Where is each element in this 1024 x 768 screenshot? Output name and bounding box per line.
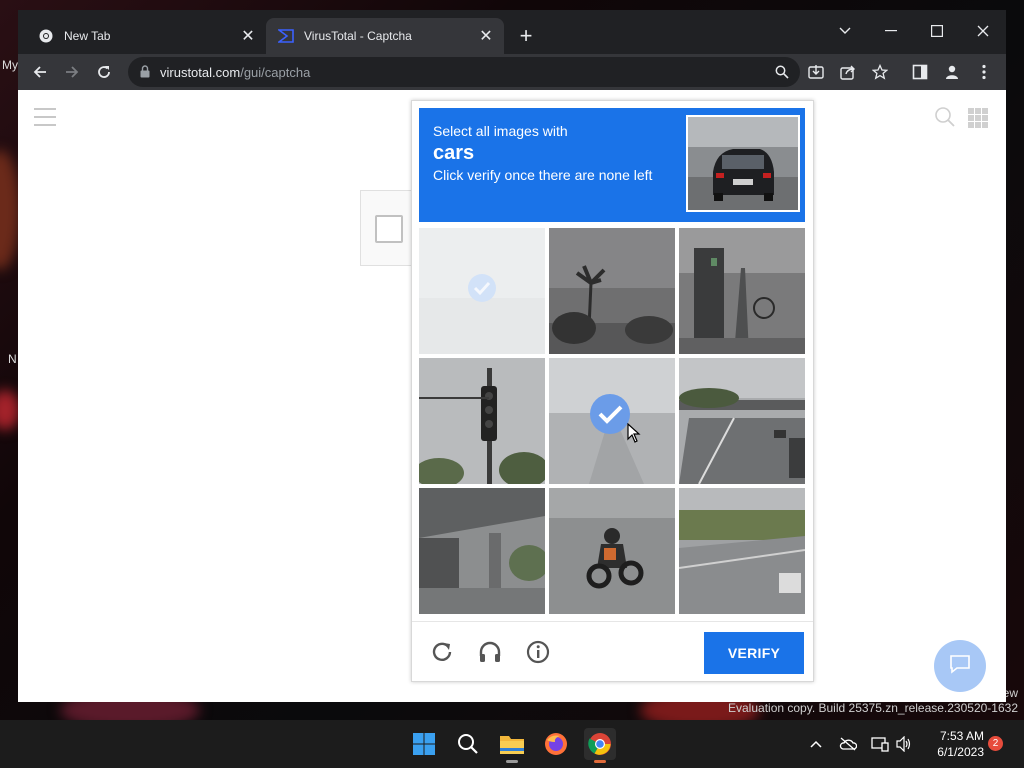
search-icon[interactable] [934, 106, 956, 133]
network-icon[interactable] [870, 734, 890, 754]
apps-grid-icon[interactable] [968, 108, 988, 128]
clock-time: 7:53 AM [939, 729, 984, 743]
captcha-tile-2[interactable] [549, 228, 675, 354]
captcha-tile-5[interactable] [549, 358, 675, 484]
profile-icon[interactable] [942, 62, 962, 82]
chat-bubble-icon [949, 654, 971, 679]
clock[interactable]: 7:53 AM 6/1/2023 [920, 728, 984, 760]
watermark-build: Evaluation copy. Build 25375.zn_release.… [728, 701, 1018, 715]
install-app-icon[interactable] [806, 62, 826, 82]
close-window-button[interactable] [963, 16, 1003, 46]
captcha-header: Select all images with cars Click verify… [419, 108, 805, 222]
desktop-icon-label[interactable]: My [2, 58, 18, 72]
zoom-search-icon[interactable] [772, 62, 792, 82]
onedrive-offline-icon[interactable] [838, 734, 858, 754]
captcha-tile-1[interactable] [419, 228, 545, 354]
mouse-cursor-icon [627, 422, 641, 448]
captcha-widget: Select all images with cars Click verify… [411, 100, 814, 682]
clock-date: 6/1/2023 [937, 745, 984, 759]
lock-icon[interactable] [140, 65, 150, 83]
captcha-prompt-line2: Click verify once there are none left [433, 167, 653, 183]
notification-badge[interactable]: 2 [988, 736, 1003, 751]
bookmark-star-icon[interactable] [870, 62, 890, 82]
show-hidden-icons-chevron-icon[interactable] [806, 734, 826, 754]
tab-title: New Tab [64, 29, 111, 43]
side-panel-icon[interactable] [910, 62, 930, 82]
tab-new-tab[interactable]: New Tab ✕ [26, 18, 266, 54]
captcha-footer: VERIFY [412, 621, 813, 682]
url-path: /gui/captcha [240, 65, 311, 80]
file-explorer-icon[interactable] [496, 728, 528, 763]
captcha-checkbox[interactable] [375, 215, 403, 243]
forward-button[interactable] [58, 58, 86, 86]
back-button[interactable] [26, 58, 54, 86]
taskbar: 7:53 AM 6/1/2023 2 [0, 720, 1024, 768]
tab-virustotal-captcha[interactable]: VirusTotal - Captcha ✕ [266, 18, 504, 54]
url-text: virustotal.com/gui/captcha [160, 65, 310, 80]
captcha-prompt-line1: Select all images with [433, 123, 568, 139]
captcha-sample-image [686, 115, 800, 212]
windows-start-icon[interactable] [408, 728, 440, 760]
desktop-icon-label[interactable]: N [8, 352, 17, 366]
reload-button[interactable] [90, 58, 118, 86]
close-tab-icon[interactable]: ✕ [238, 26, 258, 46]
tab-search-icon[interactable] [825, 16, 865, 46]
captcha-tile-8[interactable] [549, 488, 675, 614]
captcha-tile-7[interactable] [419, 488, 545, 614]
headphones-icon[interactable] [477, 639, 503, 665]
virustotal-icon [278, 28, 294, 44]
captcha-tile-9[interactable] [679, 488, 805, 614]
share-icon[interactable] [838, 62, 858, 82]
menu-kebab-icon[interactable] [974, 62, 994, 82]
tab-strip: New Tab ✕ VirusTotal - Captcha ✕ + [18, 10, 1006, 54]
firefox-icon[interactable] [540, 728, 572, 760]
maximize-button[interactable] [917, 16, 957, 46]
hamburger-menu-icon[interactable] [34, 108, 56, 126]
info-icon[interactable] [525, 639, 551, 665]
chrome-taskbar-icon[interactable] [584, 728, 616, 763]
captcha-tile-6[interactable] [679, 358, 805, 484]
minimize-button[interactable] [871, 16, 911, 46]
chat-button[interactable] [934, 640, 986, 692]
captcha-tile-4[interactable] [419, 358, 545, 484]
captcha-tile-3[interactable] [679, 228, 805, 354]
chrome-icon [38, 28, 54, 44]
browser-toolbar: virustotal.com/gui/captcha [18, 54, 1006, 90]
taskbar-search-icon[interactable] [452, 728, 484, 760]
volume-icon[interactable] [894, 734, 914, 754]
reload-captcha-icon[interactable] [429, 639, 455, 665]
new-tab-button[interactable]: + [515, 25, 537, 48]
tab-title: VirusTotal - Captcha [304, 29, 412, 43]
address-bar[interactable]: virustotal.com/gui/captcha [128, 57, 800, 87]
verify-button[interactable]: VERIFY [704, 632, 804, 674]
captcha-target-word: cars [433, 142, 475, 164]
url-domain: virustotal.com [160, 65, 241, 80]
close-tab-icon[interactable]: ✕ [476, 26, 496, 46]
captcha-image-grid [419, 228, 805, 614]
